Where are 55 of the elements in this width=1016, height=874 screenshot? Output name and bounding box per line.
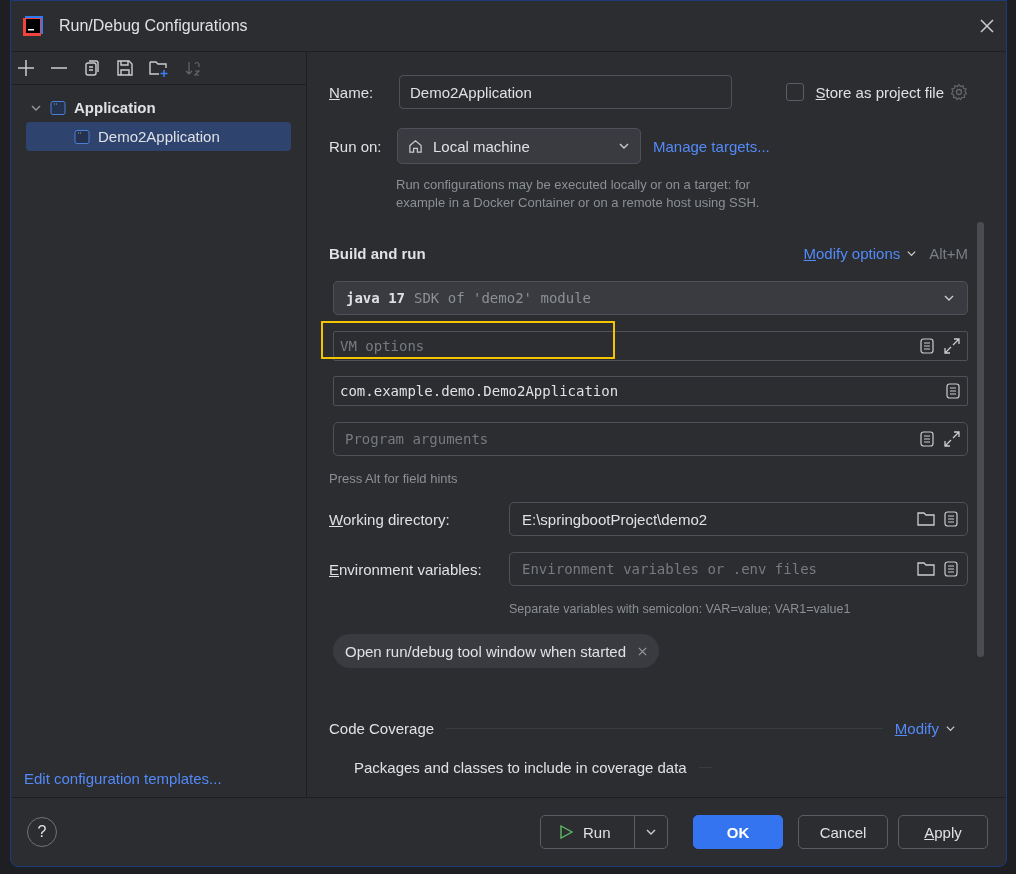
- play-icon: [559, 825, 573, 839]
- store-checkbox[interactable]: [785, 83, 804, 101]
- expand-icon[interactable]: [943, 337, 961, 355]
- manage-targets-link[interactable]: Manage targets...: [653, 137, 770, 155]
- add-icon[interactable]: [17, 59, 35, 77]
- run-button[interactable]: Run: [540, 815, 668, 849]
- document-icon[interactable]: [919, 338, 935, 354]
- tree-item[interactable]: Demo2Application: [26, 122, 291, 151]
- name-field[interactable]: Demo2Application: [399, 75, 732, 109]
- chevron-down-icon: [945, 723, 956, 734]
- run-on-hint: Run configurations may be executed locally or on a target: for example in a Docker Container or on a remote host using SSH.: [396, 176, 761, 212]
- name-label: Name:: [329, 83, 375, 101]
- home-icon: [408, 138, 423, 154]
- window-icon: [50, 99, 66, 116]
- new-folder-icon[interactable]: [149, 59, 169, 77]
- close-icon[interactable]: [638, 646, 647, 656]
- option-tag[interactable]: Open run/debug tool window when started: [333, 634, 659, 668]
- sort-icon[interactable]: [184, 59, 202, 77]
- copy-icon[interactable]: [83, 59, 101, 77]
- document-icon[interactable]: [943, 511, 959, 527]
- window-title: Run/Debug Configurations: [59, 17, 249, 35]
- shortcut-label: Alt+M: [929, 245, 968, 262]
- tree-item[interactable]: Application: [26, 93, 291, 122]
- folder-icon[interactable]: [917, 561, 935, 577]
- run-on-dropdown[interactable]: Local machine: [397, 128, 641, 164]
- field-hint: Press Alt for field hints: [329, 470, 459, 488]
- scrollbar[interactable]: [977, 222, 984, 657]
- folder-icon[interactable]: [917, 511, 935, 527]
- sdk-dropdown[interactable]: java 17 SDK of 'demo2' module: [333, 281, 968, 315]
- save-icon[interactable]: [116, 59, 134, 77]
- working-directory-field[interactable]: E:\springbootProject\demo2: [509, 502, 968, 536]
- working-directory-label: Working directory:: [329, 510, 451, 528]
- dialog-button[interactable]: Cancel: [798, 815, 888, 849]
- gear-icon[interactable]: [950, 83, 968, 101]
- edit-templates-link[interactable]: Edit configuration templates...: [24, 770, 306, 787]
- run-on-label: Run on:: [329, 137, 383, 155]
- environment-variables-label: Environment variables:: [329, 560, 483, 578]
- ok-button[interactable]: OK: [693, 815, 783, 849]
- store-label: Store as project file: [815, 83, 944, 101]
- modify-options-link[interactable]: Modify options: [803, 245, 901, 262]
- section-title: Build and run: [329, 245, 426, 262]
- dialog-button[interactable]: Apply: [898, 815, 988, 849]
- close-icon[interactable]: [980, 19, 994, 33]
- subsection-title: Packages and classes to include in coverage data: [354, 759, 687, 776]
- expand-icon[interactable]: [943, 430, 961, 448]
- modify-link[interactable]: Modify: [894, 720, 939, 737]
- window-icon: [74, 128, 90, 145]
- main-class-field[interactable]: com.example.demo.Demo2Application: [333, 376, 968, 406]
- app-logo-icon: [23, 16, 43, 36]
- document-icon[interactable]: [945, 383, 961, 399]
- document-icon[interactable]: [943, 561, 959, 577]
- section-title: Code Coverage: [329, 720, 435, 737]
- chevron-down-icon: [906, 248, 918, 259]
- environment-hint: Separate variables with semicolon: VAR=value; VAR1=value1: [509, 601, 852, 618]
- document-icon[interactable]: [919, 431, 935, 447]
